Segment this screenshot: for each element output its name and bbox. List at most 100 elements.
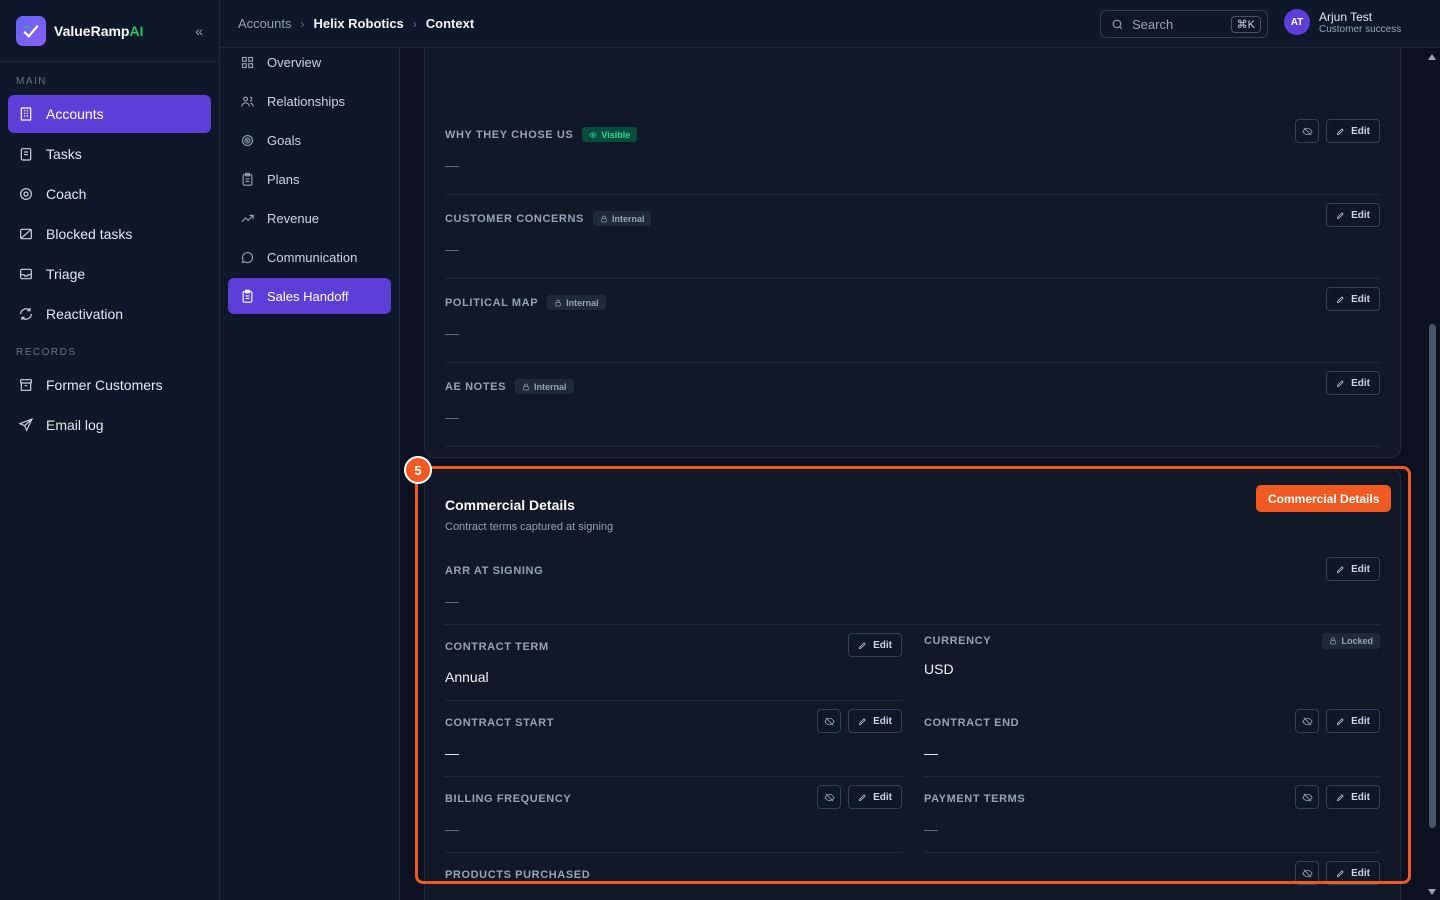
collapse-sidebar-icon[interactable]: « bbox=[195, 23, 203, 39]
field-value: Annual bbox=[445, 669, 489, 685]
sidebar-item-reactivation[interactable]: Reactivation bbox=[8, 295, 211, 333]
pencil-icon bbox=[1337, 869, 1344, 877]
scroll-down-icon[interactable] bbox=[1428, 889, 1436, 895]
breadcrumb-current: Context bbox=[425, 16, 475, 31]
subnav-label: Plans bbox=[267, 171, 300, 187]
edit-button[interactable]: Edit bbox=[848, 709, 902, 733]
subnav-relationships[interactable]: Relationships bbox=[228, 83, 391, 119]
app-root: ValueRampAI « MAIN Accounts Tasks Coach … bbox=[0, 0, 1440, 900]
edit-button[interactable]: Edit bbox=[1326, 119, 1380, 143]
breadcrumb: Accounts › Helix Robotics › Context bbox=[238, 16, 474, 31]
edit-button[interactable]: Edit bbox=[1326, 785, 1380, 809]
edit-button[interactable]: Edit bbox=[1326, 203, 1380, 227]
sidebar-item-accounts[interactable]: Accounts bbox=[8, 95, 211, 133]
sidebar-item-label: Accounts bbox=[46, 106, 104, 122]
scroll-thumb[interactable] bbox=[1429, 324, 1436, 828]
search-input[interactable]: Search ⌘K bbox=[1100, 10, 1268, 38]
refresh-icon bbox=[20, 308, 32, 320]
sidebar-item-label: Reactivation bbox=[46, 306, 124, 322]
field-label: CURRENCY bbox=[924, 635, 992, 647]
field-label: BILLING FREQUENCY bbox=[445, 793, 572, 805]
pencil-icon bbox=[1337, 295, 1344, 303]
sidebar-item-blocked-tasks[interactable]: Blocked tasks bbox=[8, 215, 211, 253]
grid-icon bbox=[241, 56, 254, 68]
avatar: AT bbox=[1284, 9, 1310, 35]
sidebar-item-former-customers[interactable]: Former Customers bbox=[8, 366, 211, 404]
user-menu[interactable]: AT Arjun Test Customer success bbox=[1284, 9, 1401, 35]
account-subnav: Overview Relationships Goals Plans Reven… bbox=[220, 48, 400, 900]
sidebar-item-coach[interactable]: Coach bbox=[8, 175, 211, 213]
sidebar-item-email-log[interactable]: Email log bbox=[8, 406, 211, 444]
visibility-badge: Internal bbox=[547, 295, 606, 310]
subnav-label: Goals bbox=[267, 132, 301, 148]
sidebar-item-label: Tasks bbox=[46, 146, 82, 162]
field-value: USD bbox=[924, 661, 954, 677]
edit-button[interactable]: Edit bbox=[1326, 287, 1380, 311]
sidebar-item-label: Coach bbox=[46, 186, 87, 202]
eye-off-icon bbox=[1301, 869, 1313, 877]
search-icon bbox=[1112, 19, 1123, 29]
archive-icon bbox=[20, 379, 32, 391]
eye-off-icon bbox=[1301, 717, 1313, 725]
chat-icon bbox=[241, 251, 254, 263]
visibility-badge: Internal bbox=[515, 379, 574, 394]
edit-button[interactable]: Edit bbox=[1326, 709, 1380, 733]
subnav-label: Relationships bbox=[267, 93, 346, 109]
field-customer-concerns: CUSTOMER CONCERNS Internal — Edit bbox=[445, 195, 1380, 279]
sidebar-item-tasks[interactable]: Tasks bbox=[8, 135, 211, 173]
lock-icon bbox=[555, 299, 561, 306]
toggle-visibility-button[interactable] bbox=[1295, 785, 1320, 809]
field-value: — bbox=[445, 241, 459, 257]
main-section-label: MAIN bbox=[16, 76, 47, 87]
valueramp-logo-icon[interactable] bbox=[16, 15, 46, 46]
edit-button[interactable]: Edit bbox=[1326, 861, 1380, 885]
field-label: ARR AT SIGNING bbox=[445, 565, 544, 577]
search-shortcut: ⌘K bbox=[1230, 15, 1261, 33]
field-payment-terms: PAYMENT TERMS — Edit bbox=[924, 777, 1380, 853]
page-scrollbar[interactable] bbox=[1425, 48, 1440, 900]
clipboard-icon bbox=[242, 289, 253, 303]
pencil-icon bbox=[859, 717, 866, 725]
sidebar-item-label: Former Customers bbox=[46, 377, 163, 393]
toggle-visibility-button[interactable] bbox=[1295, 861, 1320, 885]
highlight-label: Commercial Details bbox=[1256, 485, 1392, 512]
breadcrumb-accounts[interactable]: Accounts bbox=[238, 16, 291, 31]
subnav-overview[interactable]: Overview bbox=[228, 44, 391, 80]
field-value: — bbox=[924, 821, 938, 837]
toggle-visibility-button[interactable] bbox=[1295, 709, 1320, 733]
edit-button[interactable]: Edit bbox=[848, 633, 902, 657]
eye-off-icon bbox=[1301, 127, 1313, 135]
sidebar-item-triage[interactable]: Triage bbox=[8, 255, 211, 293]
user-role: Customer success bbox=[1319, 23, 1402, 35]
toggle-visibility-button[interactable] bbox=[1295, 119, 1320, 143]
subnav-sales-handoff[interactable]: Sales Handoff bbox=[228, 278, 391, 314]
edit-button[interactable]: Edit bbox=[1326, 557, 1380, 581]
toggle-visibility-button[interactable] bbox=[817, 785, 842, 809]
toggle-visibility-button[interactable] bbox=[817, 709, 842, 733]
sidebar-item-label: Blocked tasks bbox=[46, 226, 133, 242]
edit-button[interactable]: Edit bbox=[1326, 371, 1380, 395]
pencil-icon bbox=[1337, 211, 1344, 219]
field-contract-start: CONTRACT START — Edit bbox=[445, 701, 902, 777]
subnav-label: Revenue bbox=[267, 210, 320, 226]
subnav-label: Overview bbox=[267, 54, 322, 70]
subnav-revenue[interactable]: Revenue bbox=[228, 200, 391, 236]
subnav-goals[interactable]: Goals bbox=[228, 122, 391, 158]
edit-button[interactable]: Edit bbox=[848, 785, 902, 809]
eye-off-icon bbox=[823, 717, 835, 725]
breadcrumb-account[interactable]: Helix Robotics bbox=[313, 16, 403, 31]
users-icon bbox=[241, 96, 254, 107]
subnav-plans[interactable]: Plans bbox=[228, 161, 391, 197]
pencil-icon bbox=[1337, 793, 1344, 801]
field-value: — bbox=[445, 409, 459, 425]
handoff-context-card: WHY THEY CHOSE US Visible — Edit CUSTOME… bbox=[424, 48, 1401, 458]
subnav-communication[interactable]: Communication bbox=[228, 239, 391, 275]
field-billing-frequency: BILLING FREQUENCY — Edit bbox=[445, 777, 902, 853]
field-products-purchased: PRODUCTS PURCHASED Edit bbox=[445, 853, 1380, 900]
scroll-up-icon[interactable] bbox=[1428, 54, 1436, 60]
lock-icon bbox=[601, 215, 607, 222]
field-label: PAYMENT TERMS bbox=[924, 793, 1026, 805]
send-icon bbox=[18, 417, 34, 432]
brand-header: ValueRampAI « bbox=[0, 0, 219, 62]
field-contract-term: CONTRACT TERM Annual Edit bbox=[445, 625, 902, 701]
